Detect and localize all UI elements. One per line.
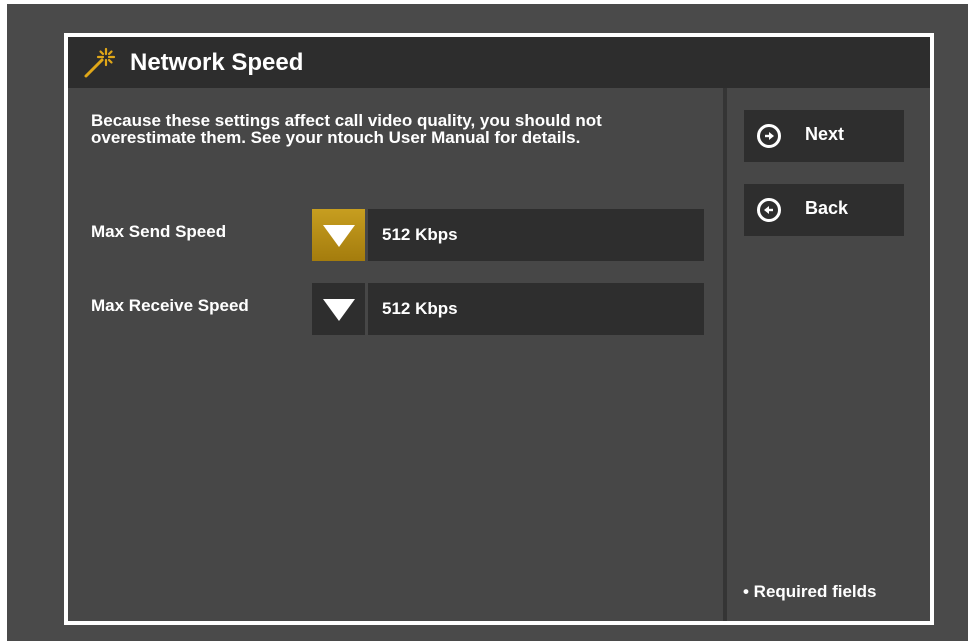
back-button-label: Back [805, 198, 849, 218]
max-send-speed-dropdown-button[interactable] [312, 209, 365, 261]
max-receive-speed-label: Max Receive Speed [91, 296, 249, 315]
triangle-down-icon [323, 225, 355, 247]
triangle-down-icon [323, 299, 355, 321]
arrow-right-circle-icon [757, 124, 781, 148]
back-button[interactable]: Back [744, 184, 904, 236]
next-button-label: Next [805, 124, 845, 144]
next-button[interactable]: Next [744, 110, 904, 162]
max-receive-speed-value: 512 Kbps [382, 299, 458, 318]
required-fields-note: • Required fields [743, 582, 877, 601]
max-receive-speed-dropdown-button[interactable] [312, 283, 365, 335]
max-send-speed-label: Max Send Speed [91, 222, 227, 241]
intro-text: Because these settings affect call video… [91, 111, 602, 147]
max-send-speed-select[interactable]: 512 Kbps [368, 209, 704, 261]
app-screen: Network Speed Because these settings aff… [7, 4, 968, 641]
settings-panel: Because these settings affect call video… [68, 88, 723, 621]
max-send-speed-value: 512 Kbps [382, 225, 458, 244]
max-receive-speed-select[interactable]: 512 Kbps [368, 283, 704, 335]
wizard-dialog: Network Speed Because these settings aff… [64, 33, 934, 625]
navigation-panel: Next Back • Required fields [727, 88, 930, 621]
arrow-left-circle-icon [757, 198, 781, 222]
title-bar: Network Speed [68, 37, 930, 88]
page-title: Network Speed [130, 49, 304, 76]
magic-wand-icon [83, 47, 117, 79]
